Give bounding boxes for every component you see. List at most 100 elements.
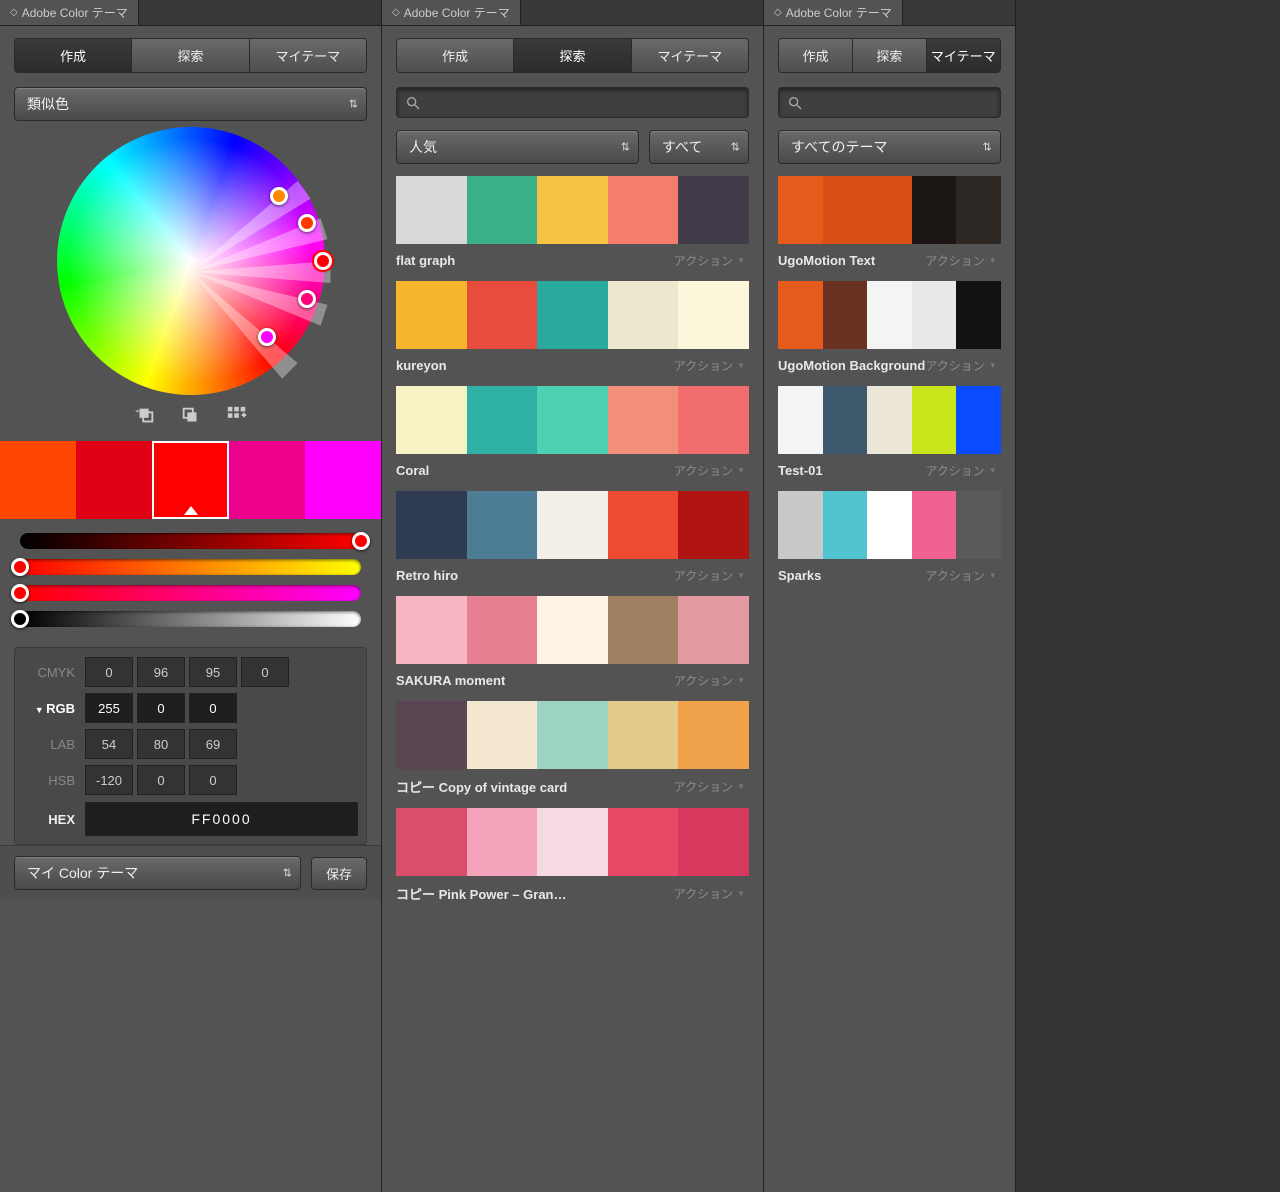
swatch[interactable] (152, 441, 228, 519)
swatch[interactable] (76, 441, 152, 519)
mode-value-cell[interactable]: 96 (137, 657, 185, 687)
slider-thumb[interactable] (352, 532, 370, 550)
panel-tab[interactable]: ◇ Adobe Color テーマ (764, 0, 903, 25)
theme-action-menu[interactable]: アクション (925, 567, 996, 584)
color-wheel[interactable] (57, 127, 325, 395)
tab-create[interactable]: 作成 (779, 39, 853, 72)
save-button[interactable]: 保存 (311, 857, 367, 890)
theme-action-menu[interactable]: アクション (674, 252, 745, 269)
tab-create[interactable]: 作成 (397, 39, 514, 72)
set-foreground-icon[interactable] (133, 405, 157, 427)
mode-value-cell[interactable]: 0 (137, 693, 185, 723)
theme-action-menu[interactable]: アクション (674, 567, 745, 584)
swatch[interactable] (0, 441, 76, 519)
tab-explore[interactable]: 探索 (853, 39, 927, 72)
color-slider[interactable] (20, 533, 361, 549)
search-field[interactable] (396, 87, 749, 118)
theme-color (867, 176, 912, 244)
theme-color (467, 808, 538, 876)
tab-bar: ◇ Adobe Color テーマ (0, 0, 381, 26)
theme-meta: Sparksアクション (778, 559, 1001, 592)
my-themes-select[interactable]: マイ Color テーマ (14, 856, 301, 890)
theme-action-menu[interactable]: アクション (925, 252, 996, 269)
wheel-puck[interactable] (270, 187, 288, 205)
mode-value-cell[interactable]: 255 (85, 693, 133, 723)
tab-mythemes[interactable]: マイテーマ (632, 39, 748, 72)
theme-item[interactable]: UgoMotion Textアクション (778, 176, 1001, 277)
mode-value-cell[interactable]: 95 (189, 657, 237, 687)
theme-item[interactable]: UgoMotion Backgroundアクション (778, 281, 1001, 382)
add-to-swatches-icon[interactable] (225, 405, 249, 427)
sort-select[interactable]: 人気 (396, 130, 639, 164)
slider-thumb[interactable] (11, 610, 29, 628)
mode-value-cell[interactable]: 0 (189, 693, 237, 723)
theme-item[interactable]: コピー Pink Power – Gran…アクション (396, 808, 749, 911)
theme-action-menu[interactable]: アクション (674, 357, 745, 374)
mode-row-hsb[interactable]: HSB -12000 (23, 762, 358, 798)
mode-value-cell[interactable]: 54 (85, 729, 133, 759)
theme-swatches (778, 386, 1001, 454)
theme-item[interactable]: Coralアクション (396, 386, 749, 487)
mode-value-cell[interactable]: 0 (189, 765, 237, 795)
theme-action-menu[interactable]: アクション (674, 672, 745, 689)
tab-explore[interactable]: 探索 (132, 39, 249, 72)
panel-tab[interactable]: ◇ Adobe Color テーマ (0, 0, 139, 25)
color-sliders (14, 533, 367, 647)
theme-color (678, 491, 749, 559)
theme-action-menu[interactable]: アクション (925, 462, 996, 479)
mode-value-cell[interactable]: 0 (137, 765, 185, 795)
theme-action-menu[interactable]: アクション (674, 462, 745, 479)
color-slider[interactable] (20, 559, 361, 575)
set-background-icon[interactable] (179, 405, 203, 427)
filter-select[interactable]: すべて (649, 130, 749, 164)
search-input[interactable] (803, 92, 992, 113)
panel-tab[interactable]: ◇ Adobe Color テーマ (382, 0, 521, 25)
mode-label: LAB (23, 737, 85, 752)
theme-item[interactable]: Test-01アクション (778, 386, 1001, 487)
color-slider[interactable] (20, 585, 361, 601)
search-input[interactable] (421, 92, 740, 113)
theme-action-menu[interactable]: アクション (674, 778, 745, 795)
wheel-puck[interactable] (298, 214, 316, 232)
theme-item[interactable]: コピー Copy of vintage cardアクション (396, 701, 749, 804)
theme-action-menu[interactable]: アクション (674, 885, 745, 902)
mode-label: HEX (23, 812, 85, 827)
theme-item[interactable]: kureyonアクション (396, 281, 749, 382)
panel-title: Adobe Color テーマ (404, 4, 510, 21)
tab-mythemes[interactable]: マイテーマ (927, 39, 1000, 72)
swatch[interactable] (229, 441, 305, 519)
mode-value-cell[interactable]: 0 (85, 657, 133, 687)
mode-value-cell[interactable]: 0 (241, 657, 289, 687)
theme-action-menu[interactable]: アクション (925, 357, 996, 374)
mode-value-cell[interactable]: 69 (189, 729, 237, 759)
theme-color (396, 386, 467, 454)
theme-item[interactable]: Sparksアクション (778, 491, 1001, 592)
mode-row-lab[interactable]: LAB 548069 (23, 726, 358, 762)
hex-value[interactable]: FF0000 (85, 802, 358, 836)
wheel-puck[interactable] (314, 252, 332, 270)
theme-meta: コピー Copy of vintage cardアクション (396, 769, 749, 804)
theme-item[interactable]: flat graphアクション (396, 176, 749, 277)
tab-create[interactable]: 作成 (15, 39, 132, 72)
slider-thumb[interactable] (11, 584, 29, 602)
explore-theme-list: flat graphアクションkureyonアクションCoralアクションRet… (396, 176, 749, 911)
mode-row-hex[interactable]: HEX FF0000 (23, 802, 358, 836)
theme-item[interactable]: SAKURA momentアクション (396, 596, 749, 697)
mode-value-cell[interactable]: -120 (85, 765, 133, 795)
mode-value-cell[interactable]: 80 (137, 729, 185, 759)
tab-explore[interactable]: 探索 (514, 39, 631, 72)
theme-color (608, 808, 679, 876)
slider-thumb[interactable] (11, 558, 29, 576)
mode-row-rgb[interactable]: RGB 25500 (23, 690, 358, 726)
wheel-puck[interactable] (258, 328, 276, 346)
mythemes-filter-select[interactable]: すべてのテーマ (778, 130, 1001, 164)
theme-item[interactable]: Retro hiroアクション (396, 491, 749, 592)
search-field[interactable] (778, 87, 1001, 118)
swatch[interactable] (305, 441, 381, 519)
tab-mythemes[interactable]: マイテーマ (250, 39, 366, 72)
theme-color (867, 491, 912, 559)
wheel-puck[interactable] (298, 290, 316, 308)
harmony-select[interactable]: 類似色 (14, 87, 367, 121)
color-slider[interactable] (20, 611, 361, 627)
mode-row-cmyk[interactable]: CMYK 096950 (23, 654, 358, 690)
